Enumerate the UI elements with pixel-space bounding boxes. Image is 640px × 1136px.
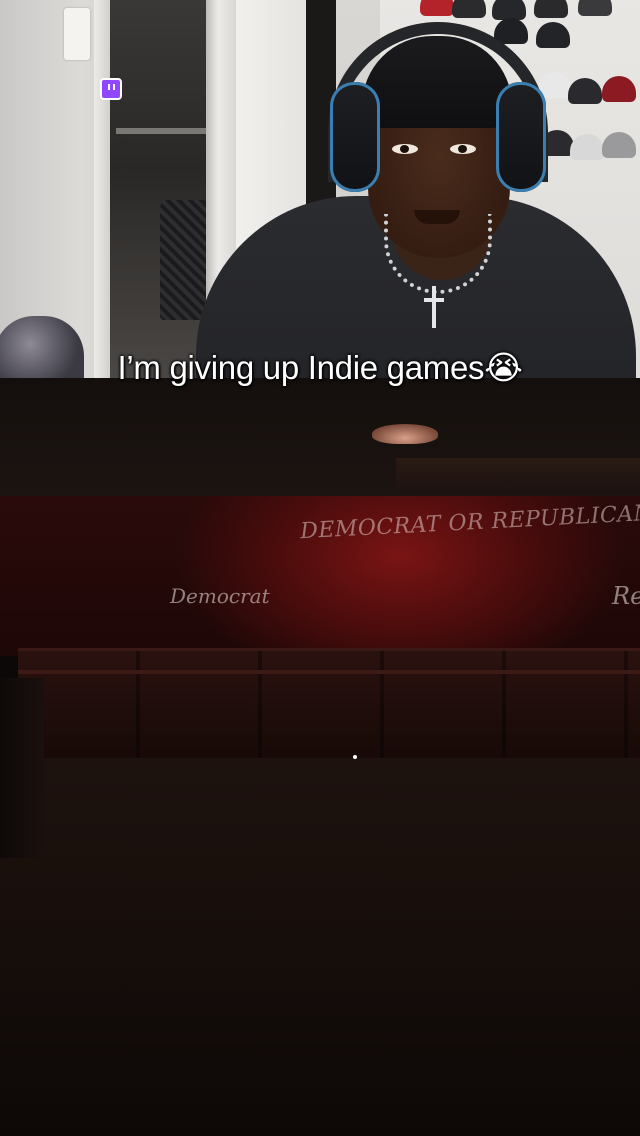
cross-pendant xyxy=(424,286,444,328)
cap xyxy=(578,0,612,16)
twitch-icon xyxy=(100,78,122,100)
eye-right xyxy=(450,144,476,154)
cap xyxy=(602,76,636,102)
light-switch xyxy=(64,8,90,60)
wall-option-left: Democrat xyxy=(170,584,270,608)
crosshair-dot xyxy=(353,755,357,759)
cap xyxy=(534,0,568,18)
wall-shelf xyxy=(396,458,640,494)
video-caption: I’m giving up Indie games😭 xyxy=(117,349,523,386)
video-frame: I’m giving up Indie games😭 DEMOCRAT OR R… xyxy=(0,0,640,1136)
chair-rail xyxy=(18,670,640,674)
wooden-floor xyxy=(0,758,640,1136)
closet-shelf xyxy=(116,128,206,134)
wall-option-right: Re xyxy=(612,582,640,610)
ceiling-lamp xyxy=(372,424,438,444)
cap xyxy=(536,22,570,48)
cap xyxy=(420,0,454,16)
headphones-earcup-left xyxy=(330,82,380,192)
cap xyxy=(570,134,604,160)
cap xyxy=(492,0,526,20)
headphones-earcup-right xyxy=(496,82,546,192)
webcam-feed xyxy=(0,0,640,378)
eye-left xyxy=(392,144,418,154)
pillar xyxy=(0,678,44,858)
closet xyxy=(110,0,210,378)
cap xyxy=(568,78,602,104)
gameplay-feed: DEMOCRAT OR REPUBLICAN Democrat Re xyxy=(0,378,640,1136)
cap xyxy=(602,132,636,158)
cap xyxy=(452,0,486,18)
